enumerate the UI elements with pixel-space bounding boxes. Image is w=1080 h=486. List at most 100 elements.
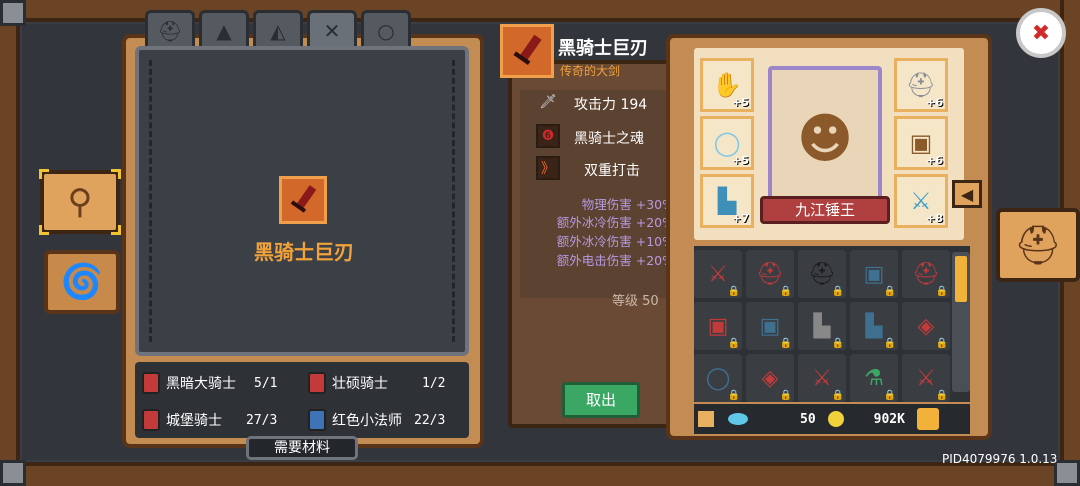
enhance-level: +5	[732, 96, 749, 109]
wood-border-left	[0, 0, 20, 486]
tooltip-title: 黑骑士巨刃	[558, 38, 648, 59]
hero-tab-button[interactable]: ⛑	[996, 208, 1080, 282]
lock-icon: 🔒	[831, 286, 844, 297]
inventory-slot[interactable]: ⛑ 🔒	[902, 250, 950, 298]
preview-item-name: 黑骑士巨刃	[254, 240, 354, 264]
enhance-level: +5	[732, 154, 749, 167]
equip-slot-boots[interactable]: ▙ +7	[700, 174, 754, 228]
forge-tab-button[interactable]: ⚲	[39, 169, 121, 235]
knight-helmet-icon: ⛑	[1013, 222, 1063, 267]
lock-icon: 🔒	[779, 390, 792, 401]
inventory-slot[interactable]: ⚗ 🔒	[850, 354, 898, 402]
lock-icon: 🔒	[883, 338, 896, 349]
corner-bolt	[1054, 460, 1080, 486]
equip-slot-gloves[interactable]: ✋ +5	[700, 58, 754, 112]
tab-sword[interactable]: ✕	[307, 10, 357, 48]
armor-icon: ▣	[909, 129, 933, 157]
wizard-hat-icon: ◭	[270, 18, 286, 43]
gloves-icon: ✋	[712, 71, 742, 99]
helmet-icon: ⛑	[905, 71, 937, 99]
lock-icon: 🔒	[935, 338, 948, 349]
bonus-stat: 额外电击伤害 +20%	[556, 253, 674, 268]
collapse-arrow-icon[interactable]: ◀	[952, 180, 982, 208]
inventory-slot[interactable]: ⚔ 🔒	[902, 354, 950, 402]
tab-ring[interactable]: ○	[361, 10, 411, 48]
equip-slot-armor[interactable]: ▣ +6	[894, 116, 948, 170]
bonus-stat: 额外冰冷伤害 +20%	[556, 215, 674, 230]
inventory-slot[interactable]: ◈ 🔒	[746, 354, 794, 402]
sword-icon: ⚔	[708, 261, 728, 287]
helmet-icon: ⛑	[157, 18, 183, 43]
dismantle-tab-button[interactable]: 🌀	[44, 250, 120, 314]
armor-icon: ▣	[863, 261, 885, 287]
lock-icon: 🔒	[779, 286, 792, 297]
tab-helmet[interactable]: ⛑	[145, 10, 195, 48]
version-label: PID4079976 1.0.13	[942, 452, 1058, 466]
material-name: 黑暗大骑士	[166, 376, 236, 392]
gold-count: 902K	[873, 411, 905, 427]
potion-icon: ⚗	[864, 365, 884, 391]
item-preview-area: 黑骑士巨刃	[135, 46, 469, 356]
tab-hat[interactable]: ▲	[199, 10, 249, 48]
hat-icon: ▲	[216, 18, 232, 43]
need-materials-label: 需要材料	[246, 436, 358, 460]
equip-slot-helmet[interactable]: ⛑ +6	[894, 58, 948, 112]
armor-icon: ▣	[707, 313, 729, 339]
material-card-icon	[142, 372, 160, 394]
ring-icon: ◯	[713, 129, 741, 157]
close-button[interactable]: ✖	[1016, 8, 1066, 58]
inventory-slot[interactable]: ⛑ 🔒	[746, 250, 794, 298]
helmet-icon: ⛑	[808, 261, 836, 287]
inventory-slot[interactable]: ▣ 🔒	[850, 250, 898, 298]
lock-icon: 🔒	[727, 286, 740, 297]
sword-icon: ✕	[323, 18, 341, 43]
greatsword-icon[interactable]	[279, 176, 327, 224]
take-out-button[interactable]: 取出	[562, 382, 640, 418]
inventory-slot[interactable]: ▙ 🔒	[798, 302, 846, 350]
wood-border-bottom	[0, 462, 1080, 486]
attack-sword-icon: 🗡	[539, 94, 557, 110]
selection-corner	[39, 169, 49, 179]
inventory-slot[interactable]: ▣ 🔒	[694, 302, 742, 350]
sword-icon: ⚔	[910, 187, 932, 215]
material-row: 黑暗大骑士 5/1	[142, 370, 302, 396]
inventory-slot[interactable]: ⚔ 🔒	[694, 250, 742, 298]
scrollbar-thumb[interactable]	[955, 256, 967, 302]
enhance-level: +8	[926, 212, 943, 225]
bag-icon[interactable]	[698, 411, 714, 427]
enhance-level: +6	[926, 154, 943, 167]
lock-icon: 🔒	[831, 338, 844, 349]
equip-slot-ring[interactable]: ◯ +5	[700, 116, 754, 170]
helmet-icon: ⛑	[912, 261, 940, 287]
inventory-slot[interactable]: ⛑ 🔒	[798, 250, 846, 298]
material-card-icon	[308, 409, 326, 431]
helmet-icon: ⛑	[756, 261, 784, 287]
armor-icon: ▣	[759, 313, 781, 339]
inventory-slot[interactable]: ⚔ 🔒	[798, 354, 846, 402]
item-level: 等级 50	[612, 294, 659, 309]
magnifier-wrench-icon: ⚲	[67, 182, 93, 222]
hero-portrait: ☻	[768, 66, 882, 210]
inventory-slot[interactable]: ▣ 🔒	[746, 302, 794, 350]
equipment-category-tabs: ⛑ ▲ ◭ ✕ ○	[145, 10, 411, 48]
equip-slot-weapon[interactable]: ⚔ +8	[894, 174, 948, 228]
amulet-icon: ◈	[761, 365, 779, 391]
bonus-stat: 物理伤害 +30%	[581, 197, 674, 212]
selection-corner	[111, 225, 121, 235]
inventory-slot[interactable]: ◈ 🔒	[902, 302, 950, 350]
inventory-slot[interactable]: ◯ 🔒	[694, 354, 742, 402]
enhance-level: +6	[926, 96, 943, 109]
lock-icon: 🔒	[935, 390, 948, 401]
inventory-slot[interactable]: ▙ 🔒	[850, 302, 898, 350]
sword-icon: ⚔	[812, 365, 832, 391]
tab-wizard-hat[interactable]: ◭	[253, 10, 303, 48]
lock-icon: 🔒	[727, 338, 740, 349]
gem-count: 50	[800, 411, 816, 427]
lock-icon: 🔒	[883, 286, 896, 297]
boots-icon: ▙	[717, 187, 737, 215]
enhance-level: +7	[732, 212, 749, 225]
material-card-icon	[308, 372, 326, 394]
currency-bar: 50 902K	[694, 404, 970, 434]
shop-grid-icon[interactable]	[916, 408, 939, 430]
corner-bolt	[0, 0, 26, 26]
